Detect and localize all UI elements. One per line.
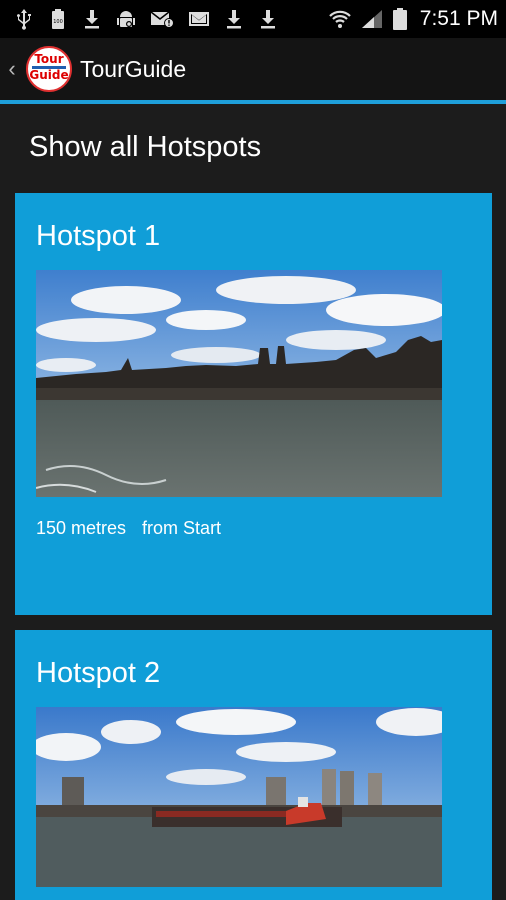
status-bar: 100 7:51 PM bbox=[0, 0, 506, 38]
up-navigation-icon[interactable]: ‹ bbox=[4, 56, 20, 82]
battery-100-icon: 100 bbox=[48, 8, 68, 30]
hotspot-card-1[interactable]: Hotspot 1 150 metres from Start bbox=[15, 193, 492, 615]
logo-text-line1: Tour bbox=[34, 52, 64, 66]
hotspot-photo bbox=[36, 707, 442, 887]
hotspot-distance: 150 metres from Start bbox=[36, 518, 237, 539]
main-content[interactable]: Show all Hotspots Hotspot 1 150 metres f… bbox=[0, 104, 506, 900]
battery-icon bbox=[392, 8, 408, 30]
distance-value: 150 metres bbox=[36, 518, 127, 538]
section-title: Show all Hotspots bbox=[29, 131, 262, 163]
hotspot-photo bbox=[36, 270, 442, 497]
wifi-icon bbox=[328, 8, 352, 30]
app-title[interactable]: TourGuide bbox=[80, 56, 186, 83]
app-logo[interactable]: Tour Guide bbox=[26, 46, 72, 92]
hotspot-title: Hotspot 1 bbox=[36, 220, 161, 252]
system-icons: 7:51 PM bbox=[328, 7, 498, 31]
download-icon bbox=[258, 8, 278, 30]
hotspot-title: Hotspot 2 bbox=[36, 657, 161, 689]
notification-icons: 100 bbox=[14, 8, 278, 30]
action-bar: ‹ Tour Guide TourGuide bbox=[0, 38, 506, 100]
svg-text:100: 100 bbox=[53, 19, 63, 25]
download-icon bbox=[224, 8, 244, 30]
android-debug-icon bbox=[116, 8, 136, 30]
mail-alert-icon bbox=[150, 8, 174, 30]
logo-text-line2: Guide bbox=[29, 68, 69, 82]
download-icon bbox=[82, 8, 102, 30]
hotspot-card-2[interactable]: Hotspot 2 bbox=[15, 630, 492, 900]
status-time: 7:51 PM bbox=[419, 7, 498, 30]
gmail-icon bbox=[188, 8, 210, 30]
distance-suffix: from Start bbox=[142, 518, 222, 538]
usb-icon bbox=[14, 8, 34, 30]
signal-icon bbox=[360, 8, 384, 30]
